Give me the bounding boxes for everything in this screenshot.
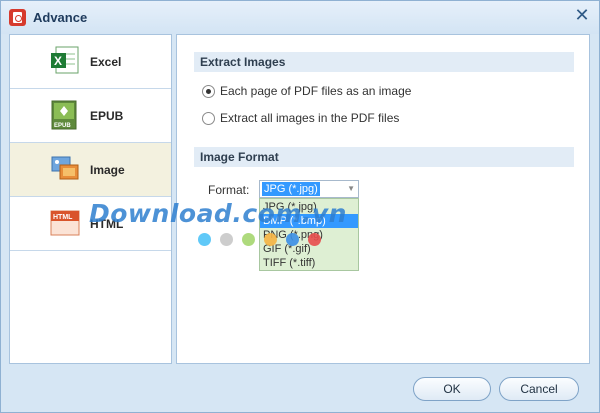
epub-icon: EPUB — [51, 100, 77, 130]
format-select[interactable]: JPG (*.jpg) ▼ — [259, 180, 359, 198]
image-format-header: Image Format — [194, 147, 574, 167]
watermark-dot — [264, 233, 277, 246]
radio-label: Extract all images in the PDF files — [220, 111, 400, 125]
title-bar[interactable]: Advance ✕ — [1, 1, 599, 34]
sidebar-item-label: Excel — [90, 55, 122, 69]
cancel-button[interactable]: Cancel — [499, 377, 579, 401]
sidebar-item-label: HTML — [90, 217, 124, 231]
excel-icon: X — [51, 46, 79, 74]
sidebar-item-label: EPUB — [90, 109, 124, 123]
watermark-dot — [242, 233, 255, 246]
watermark-dot — [286, 233, 299, 246]
svg-text:HTML: HTML — [53, 214, 73, 221]
app-logo-icon — [9, 9, 26, 26]
sidebar-item-image[interactable]: Image — [10, 143, 171, 197]
html-icon: HTML — [50, 210, 80, 236]
radio-label: Each page of PDF files as an image — [220, 84, 412, 98]
close-button[interactable]: ✕ — [571, 4, 593, 26]
window-title: Advance — [33, 10, 88, 25]
format-option-jpg[interactable]: JPG (*.jpg) — [260, 200, 358, 214]
ok-button[interactable]: OK — [413, 377, 491, 401]
format-option-bmp[interactable]: BMP (*.bmp) — [260, 214, 358, 228]
image-icon — [51, 156, 79, 180]
format-label: Format: — [208, 183, 250, 197]
radio-button[interactable] — [202, 112, 215, 125]
sidebar: X Excel EPUB EPUB Image HTML HTML — [9, 34, 172, 364]
format-option-tiff[interactable]: TIFF (*.tiff) — [260, 256, 358, 270]
radio-button[interactable] — [202, 85, 215, 98]
watermark-dot — [220, 233, 233, 246]
chevron-down-icon[interactable]: ▼ — [347, 184, 355, 193]
watermark-dot — [308, 233, 321, 246]
svg-text:EPUB: EPUB — [54, 123, 71, 129]
extract-images-header: Extract Images — [194, 52, 574, 72]
sidebar-item-excel[interactable]: X Excel — [10, 35, 171, 89]
sidebar-item-html[interactable]: HTML HTML — [10, 197, 171, 251]
format-selected-value: JPG (*.jpg) — [262, 182, 320, 196]
advance-dialog: Advance ✕ X Excel EPUB EPUB Image HTML H… — [0, 0, 600, 413]
main-panel: Extract Images Each page of PDF files as… — [176, 34, 590, 364]
sidebar-item-label: Image — [90, 163, 125, 177]
svg-text:X: X — [54, 54, 62, 68]
sidebar-item-epub[interactable]: EPUB EPUB — [10, 89, 171, 143]
watermark-dot — [198, 233, 211, 246]
